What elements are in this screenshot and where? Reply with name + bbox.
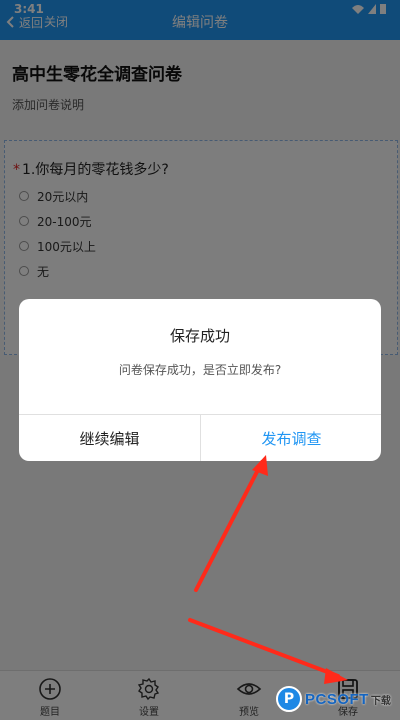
watermark-badge: P	[276, 686, 302, 712]
watermark-logo: P PCSOFT 下载	[276, 684, 391, 714]
watermark-text: PCSOFT	[305, 690, 369, 708]
continue-editing-button[interactable]: 继续编辑	[19, 415, 200, 461]
dialog-title: 保存成功	[169, 327, 230, 345]
dialog-message: 问卷保存成功，是否立即发布?	[118, 363, 282, 377]
publish-survey-button[interactable]: 发布调查	[201, 415, 381, 461]
save-success-dialog: 保存成功 问卷保存成功，是否立即发布? 继续编辑 发布调查	[19, 299, 381, 461]
watermark-sub: 下载	[370, 695, 391, 707]
